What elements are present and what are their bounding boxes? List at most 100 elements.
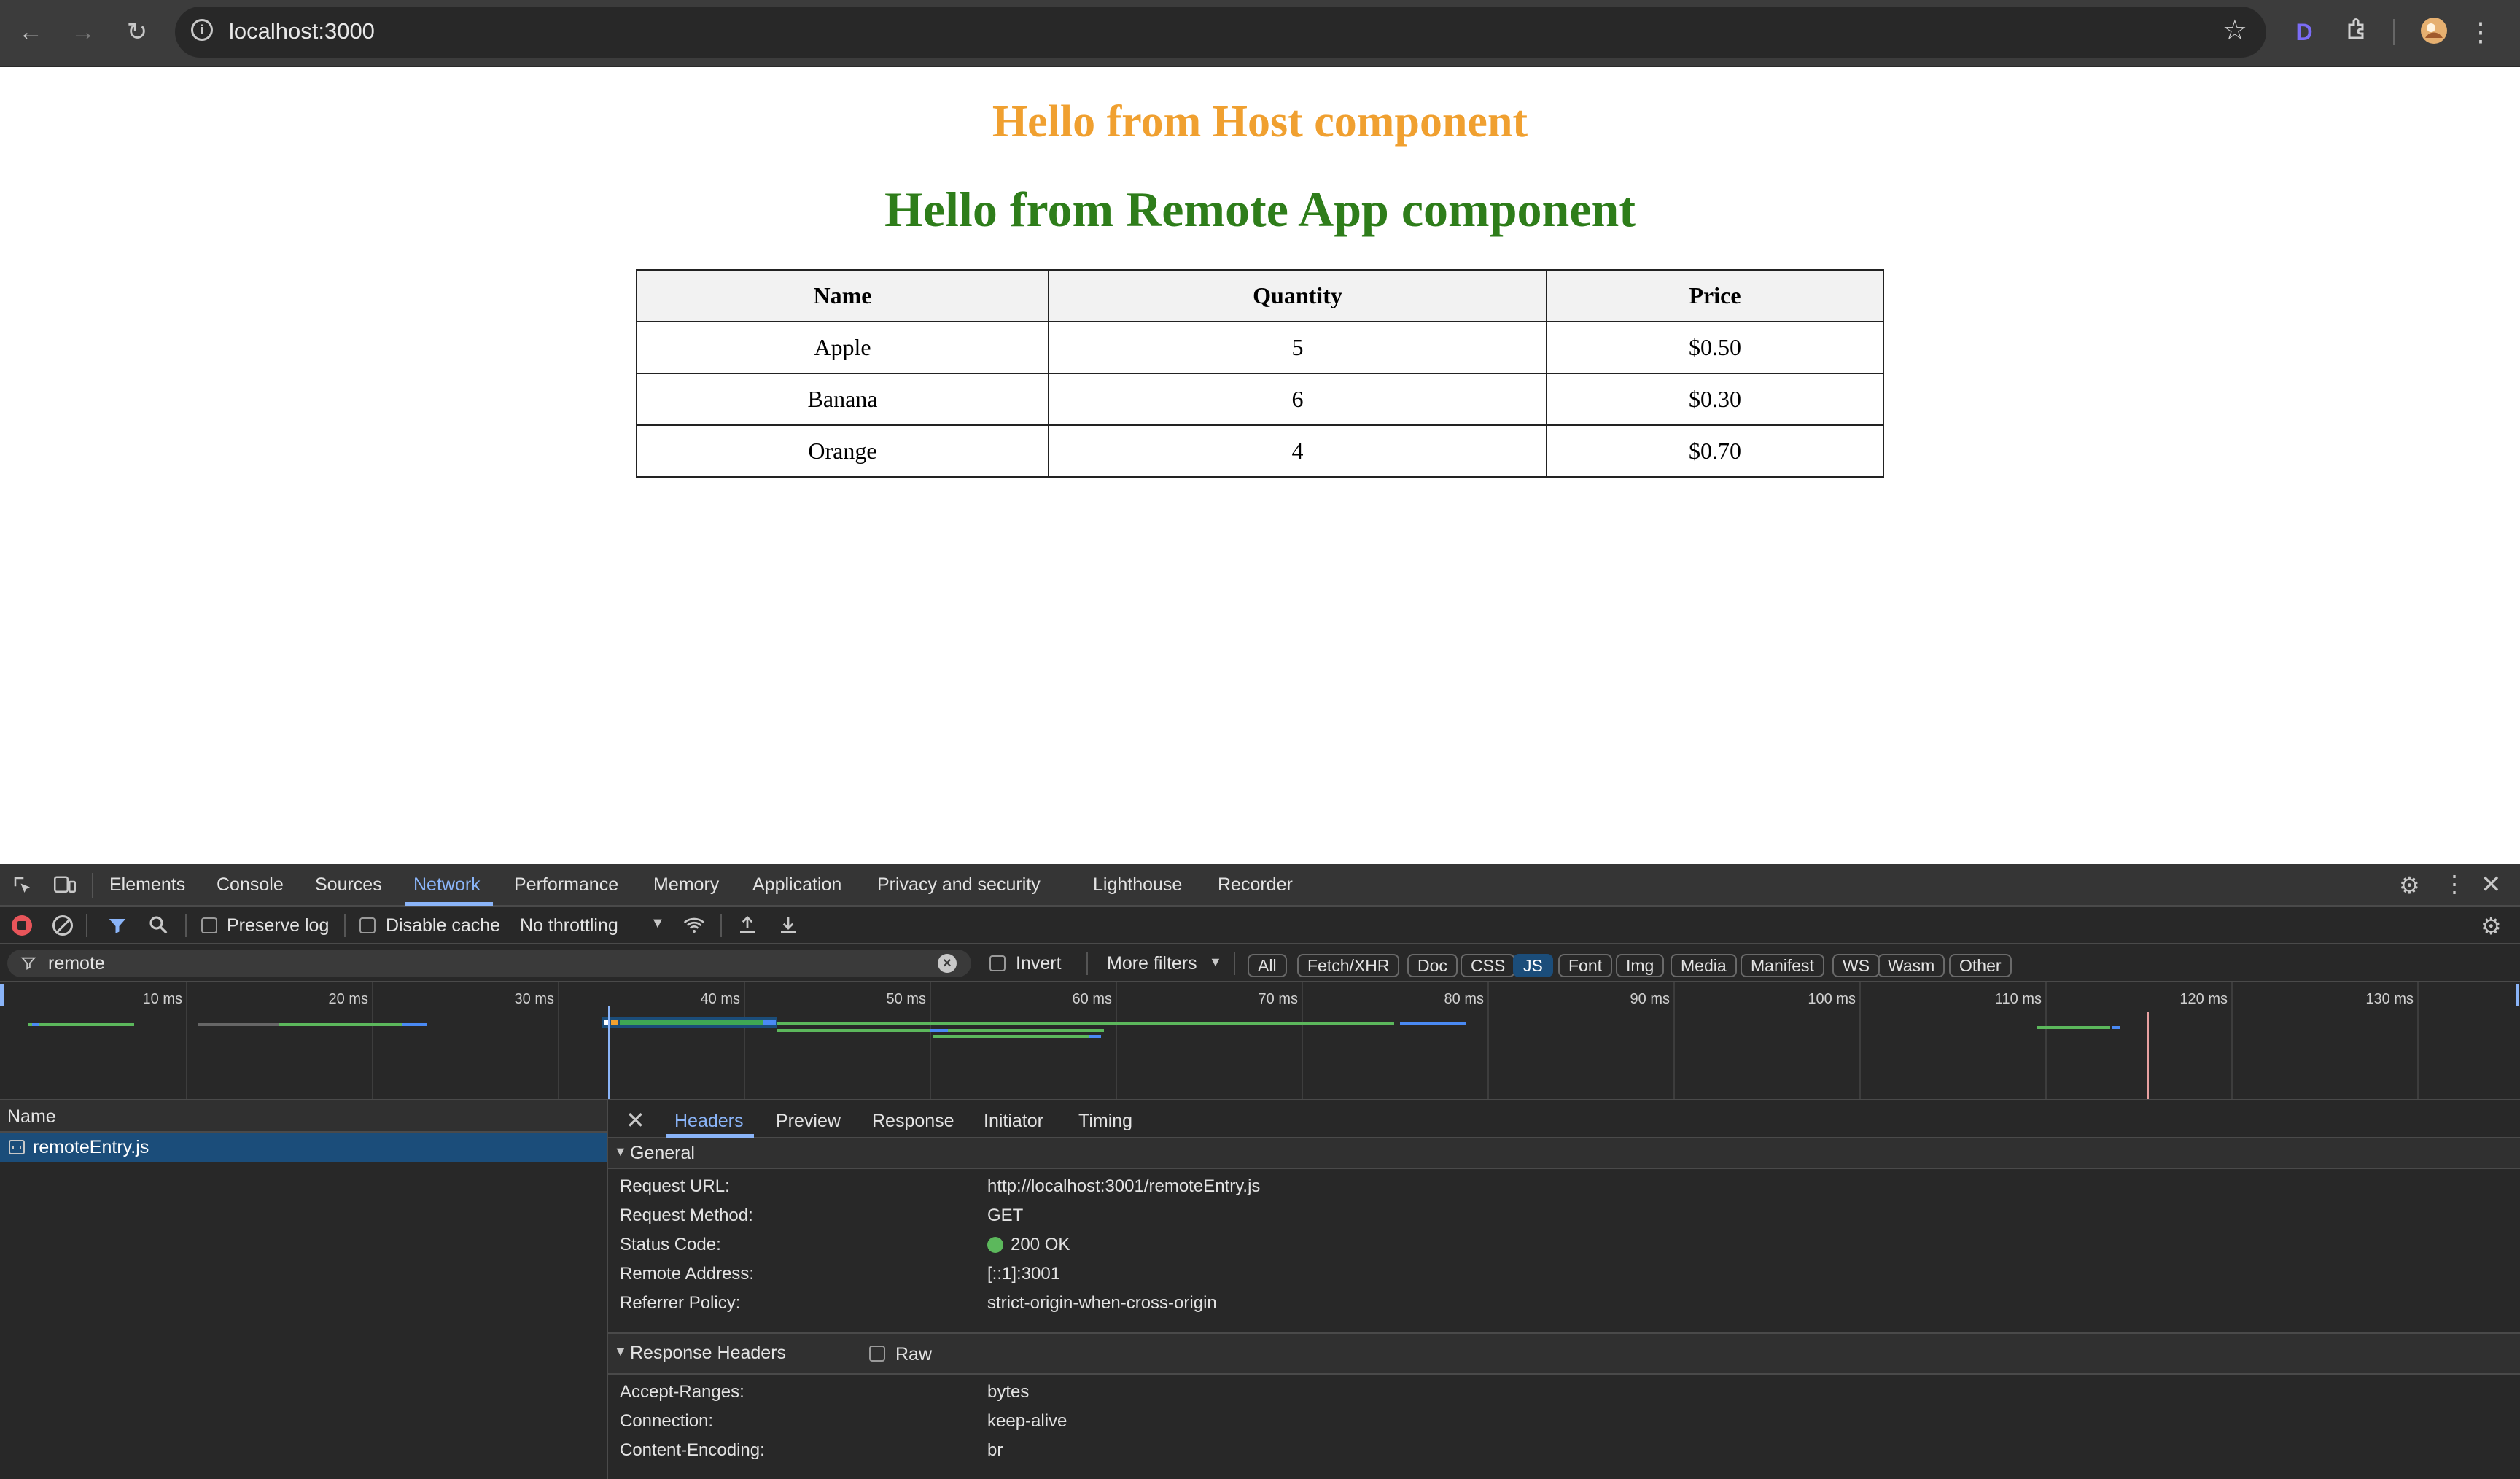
import-har-icon[interactable] [736,914,758,936]
preserve-log-checkbox[interactable] [201,917,217,933]
export-har-icon[interactable] [777,914,799,936]
tab-sources[interactable]: Sources [315,874,382,896]
devtools-menu-icon[interactable]: ⋮ [2443,872,2466,896]
extension-d-icon[interactable]: D [2288,16,2320,48]
reload-icon[interactable]: ↻ [121,16,153,48]
network-settings-gear-icon[interactable]: ⚙ [2481,914,2505,939]
general-section-header[interactable]: ▼ General [608,1138,2520,1169]
field-value: http://localhost:3001/remoteEntry.js [987,1176,1261,1196]
timeline-tick-label: 30 ms [514,991,554,1007]
tab-performance[interactable]: Performance [514,874,618,896]
filter-icon[interactable] [106,915,128,937]
type-filter-all[interactable]: All [1248,954,1287,977]
timeline-tick-label: 70 ms [1258,991,1298,1007]
browser-toolbar: ← → ↻ i localhost:3000 ☆ D ⋮ [0,0,2520,67]
column-header-quantity: Quantity [1048,269,1547,322]
field-key: Remote Address: [620,1264,755,1284]
field-key: Connection: [620,1411,714,1431]
field-value: 200 OK [1011,1235,1070,1254]
clear-filter-icon[interactable]: × [938,954,957,973]
disable-cache-label: Disable cache [386,915,501,936]
selected-request-bar [602,1017,777,1028]
response-headers-title: Response Headers [630,1343,787,1363]
network-timeline-overview[interactable]: 10 ms 20 ms 30 ms 40 ms 50 ms 60 ms 70 m… [0,982,2520,1100]
type-filter-media[interactable]: Media [1671,954,1737,977]
type-filter-css[interactable]: CSS [1461,954,1516,977]
type-filter-fetch-xhr[interactable]: Fetch/XHR [1297,954,1400,977]
record-stop-icon[interactable] [12,915,32,936]
timeline-tick-label: 60 ms [1072,991,1112,1007]
tab-preview[interactable]: Preview [776,1111,841,1132]
network-toolbar: Preserve log Disable cache No throttling… [0,907,2520,944]
type-filter-img[interactable]: Img [1616,954,1665,977]
timeline-gridline [1302,982,1303,1099]
bookmark-star-icon[interactable]: ☆ [2222,14,2247,47]
timeline-tick-label: 130 ms [2365,991,2414,1007]
name-column-header[interactable]: Name [0,1100,607,1133]
disable-cache-checkbox[interactable] [359,917,376,933]
preserve-log-label: Preserve log [227,915,330,936]
forward-icon[interactable]: → [67,16,99,48]
type-filter-font[interactable]: Font [1558,954,1613,977]
back-icon[interactable]: ← [15,16,47,48]
tab-privacy-security[interactable]: Privacy and security [877,874,1041,896]
tab-headers[interactable]: Headers [674,1111,744,1132]
tab-elements[interactable]: Elements [109,874,185,896]
waterfall-bar [777,1022,1394,1025]
timeline-gridline [744,982,745,1099]
devtools-tab-bar: Elements Console Sources Network Perform… [0,864,2520,907]
clear-icon[interactable] [52,915,73,936]
throttling-select[interactable]: No throttling [520,915,618,936]
site-info-icon[interactable]: i [191,19,213,41]
network-conditions-icon[interactable] [682,914,706,937]
request-row[interactable]: remoteEntry.js [0,1133,607,1162]
close-devtools-icon[interactable]: ✕ [2481,870,2505,898]
tab-lighthouse[interactable]: Lighthouse [1093,874,1182,896]
response-headers-section-header[interactable]: ▼ Response Headers Raw [608,1332,2520,1375]
type-filter-doc[interactable]: Doc [1407,954,1458,977]
type-filter-ws[interactable]: WS [1832,954,1881,977]
invert-label: Invert [1016,953,1062,974]
tab-divider [92,873,93,898]
tab-memory[interactable]: Memory [653,874,719,896]
timeline-tick-label: 120 ms [2179,991,2228,1007]
timeline-gridline [558,982,559,1099]
timeline-range-handle-right[interactable] [2516,984,2519,1006]
tab-initiator[interactable]: Initiator [984,1111,1043,1132]
profile-avatar[interactable] [2418,16,2450,48]
close-details-icon[interactable]: ✕ [626,1106,645,1134]
dom-content-loaded-marker [608,1006,610,1099]
tab-console[interactable]: Console [217,874,284,896]
tab-application[interactable]: Application [752,874,841,896]
type-filter-manifest[interactable]: Manifest [1741,954,1824,977]
table-row: Orange 4 $0.70 [636,424,1884,478]
table-row: Banana 6 $0.30 [636,373,1884,426]
type-filter-other[interactable]: Other [1949,954,2012,977]
invert-checkbox[interactable] [989,955,1006,971]
cell-name: Apple [636,321,1049,374]
timeline-gridline [1488,982,1489,1099]
raw-checkbox[interactable] [869,1346,885,1362]
tab-timing[interactable]: Timing [1078,1111,1132,1132]
url-text[interactable]: localhost:3000 [229,18,375,44]
address-bar[interactable]: i localhost:3000 ☆ [175,7,2266,58]
inspect-element-icon[interactable] [12,874,34,896]
search-icon[interactable] [147,914,169,936]
tab-recorder[interactable]: Recorder [1218,874,1293,896]
details-tab-bar: ✕ Headers Preview Response Initiator Tim… [608,1100,2520,1138]
tab-response[interactable]: Response [872,1111,954,1132]
type-filter-js[interactable]: JS [1513,954,1553,977]
extensions-puzzle-icon[interactable] [2342,16,2374,48]
field-value: GET [987,1206,1024,1225]
timeline-range-handle-left[interactable] [0,984,4,1006]
menu-kebab-icon[interactable]: ⋮ [2465,16,2497,48]
filter-input-box[interactable]: remote × [7,950,971,977]
more-filters-dropdown[interactable]: More filters [1107,953,1197,974]
filter-input[interactable]: remote [48,953,105,974]
type-filter-wasm[interactable]: Wasm [1878,954,1945,977]
cell-quantity: 6 [1048,373,1547,426]
tab-network[interactable]: Network [413,874,481,896]
device-toolbar-icon[interactable] [52,874,77,896]
timeline-gridline [186,982,187,1099]
settings-gear-icon[interactable]: ⚙ [2399,873,2424,898]
